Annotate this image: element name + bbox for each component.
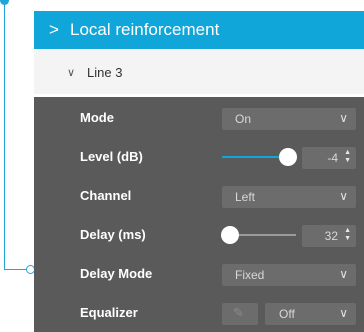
- channel-label: Channel: [80, 188, 132, 203]
- level-value: -4: [327, 151, 338, 165]
- stepper-icon[interactable]: ▲ ▼: [344, 227, 351, 243]
- level-row: Level (dB) -4 ▲ ▼: [34, 139, 364, 175]
- equalizer-edit-button[interactable]: ✎: [222, 303, 258, 325]
- delay-mode-select[interactable]: Fixed ∨: [222, 264, 356, 286]
- delay-mode-value: Fixed: [235, 268, 265, 282]
- mode-row: Mode On ∨: [34, 100, 364, 136]
- stepper-icon[interactable]: ▲ ▼: [344, 149, 351, 165]
- settings-panel: Mode On ∨ Level (dB) -4 ▲ ▼ Channel Left …: [34, 97, 364, 332]
- equalizer-value: Off: [279, 307, 295, 321]
- mode-label: Mode: [80, 110, 114, 125]
- line-label: Line 3: [87, 64, 123, 80]
- chevron-down-icon: ∨: [339, 111, 348, 125]
- channel-row: Channel Left ∨: [34, 178, 364, 214]
- connector-dot: [0, 0, 9, 5]
- line-header[interactable]: ∨ Line 3: [34, 50, 364, 94]
- chevron-down-icon: ∨: [339, 189, 348, 203]
- level-slider-thumb[interactable]: [279, 148, 297, 166]
- delay-label: Delay (ms): [80, 227, 146, 242]
- level-input[interactable]: -4 ▲ ▼: [302, 147, 356, 169]
- chevron-down-icon: ∨: [67, 66, 76, 79]
- delay-mode-label: Delay Mode: [80, 266, 153, 281]
- equalizer-select[interactable]: Off ∨: [265, 303, 356, 325]
- delay-slider-thumb[interactable]: [221, 226, 239, 244]
- channel-select[interactable]: Left ∨: [222, 186, 356, 208]
- connector-line: [4, 0, 5, 270]
- mode-select[interactable]: On ∨: [222, 108, 356, 130]
- delay-value: 32: [324, 229, 338, 243]
- pencil-icon: ✎: [233, 305, 244, 320]
- mode-value: On: [235, 112, 252, 126]
- delay-input[interactable]: 32 ▲ ▼: [302, 225, 356, 247]
- chevron-down-icon: ∨: [339, 306, 348, 320]
- delay-slider-track[interactable]: [230, 234, 296, 236]
- chevron-down-icon: ∨: [339, 267, 348, 281]
- section-header[interactable]: > Local reinforcement: [34, 11, 364, 49]
- level-label: Level (dB): [80, 149, 143, 164]
- delay-mode-row: Delay Mode Fixed ∨: [34, 256, 364, 292]
- chevron-right-icon: >: [49, 20, 59, 39]
- delay-row: Delay (ms) 32 ▲ ▼: [34, 217, 364, 253]
- channel-value: Left: [235, 190, 256, 204]
- equalizer-label: Equalizer: [80, 305, 138, 320]
- equalizer-row: Equalizer ✎ Off ∨: [34, 295, 364, 331]
- section-title: Local reinforcement: [70, 20, 220, 39]
